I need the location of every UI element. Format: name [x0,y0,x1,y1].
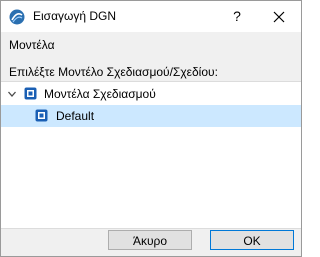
close-button[interactable] [257,1,301,32]
model-tree[interactable]: Μοντέλα Σχεδιασμού Default [1,81,301,229]
dgn-import-dialog: Εισαγωγή DGN ? Μοντέλα Επιλέξτε Μοντέλο … [0,0,302,257]
model-icon [35,109,48,122]
help-button[interactable]: ? [219,1,255,32]
tree-node-label: Μοντέλα Σχεδιασμού [44,87,156,101]
tree-node-label: Default [56,109,95,123]
tree-node-default[interactable]: Default [1,105,301,127]
models-heading: Μοντέλα [9,38,55,52]
cancel-button[interactable]: Άκυρο [108,230,192,250]
title-bar: Εισαγωγή DGN ? [1,1,301,32]
select-prompt: Επιλέξτε Μοντέλο Σχεδιασμού/Σχεδίου: [9,65,218,79]
tree-node-design-models[interactable]: Μοντέλα Σχεδιασμού [1,83,301,105]
chevron-down-icon[interactable] [7,88,17,102]
close-icon [273,11,285,23]
window-title: Εισαγωγή DGN [33,9,117,23]
model-icon [24,87,37,100]
ok-button[interactable]: OK [210,230,294,250]
app-logo-icon [9,9,25,25]
